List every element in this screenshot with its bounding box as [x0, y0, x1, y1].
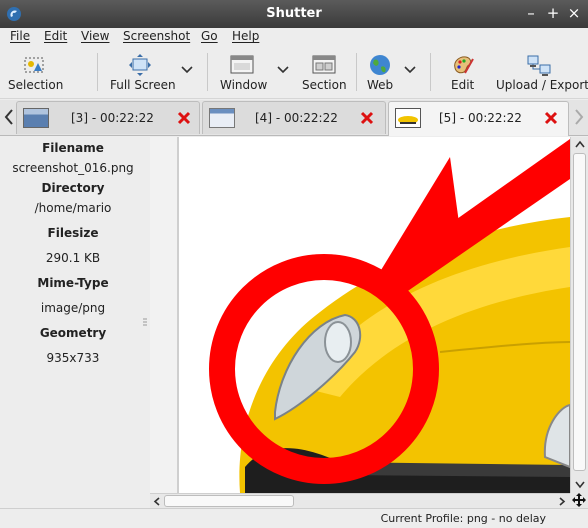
section-label: Section — [302, 78, 347, 92]
tab-3[interactable]: [3] - 00:22:22 — [16, 101, 200, 134]
status-bar: Current Profile: png - no delay — [0, 508, 588, 528]
edit-palette-icon — [454, 56, 474, 74]
tab-close-icon[interactable] — [543, 110, 559, 126]
vertical-scrollbar[interactable] — [570, 137, 588, 493]
menu-screenshot[interactable]: Screenshot — [123, 29, 190, 43]
horizontal-scrollbar[interactable] — [150, 493, 570, 508]
scroll-left-icon[interactable] — [152, 496, 162, 507]
web-label: Web — [367, 78, 394, 92]
toolbar-separator — [207, 53, 208, 91]
tab-label: [3] - 00:22:22 — [71, 111, 154, 125]
window-title: Shutter — [266, 6, 322, 21]
menu-help[interactable]: Help — [232, 29, 259, 43]
geometry-value: 935x733 — [46, 351, 100, 365]
section-button[interactable]: Section — [300, 49, 350, 95]
upload-export-icon — [527, 55, 551, 76]
toolbar-separator — [97, 53, 98, 91]
tab-label: [5] - 00:22:22 — [439, 111, 522, 125]
vertical-scroll-thumb[interactable] — [573, 153, 586, 471]
edit-button[interactable]: Edit — [446, 49, 482, 95]
minimize-icon[interactable]: – — [522, 4, 540, 22]
upload-export-button[interactable]: Upload / Export — [494, 49, 588, 95]
filename-value: screenshot_016.png — [12, 161, 134, 175]
menu-edit[interactable]: Edit — [44, 29, 67, 43]
tab-scroll-right-icon[interactable] — [573, 108, 585, 126]
full-screen-icon — [129, 54, 151, 76]
window-button[interactable]: Window — [216, 49, 270, 95]
window-icon — [230, 55, 254, 74]
tab-5[interactable]: [5] - 00:22:22 — [388, 101, 569, 136]
title-bar: Shutter – + × — [0, 0, 588, 28]
selection-label: Selection — [8, 78, 64, 92]
filesize-heading: Filesize — [47, 226, 99, 240]
web-dropdown-icon[interactable] — [404, 65, 416, 75]
selection-icon — [24, 57, 44, 73]
directory-value: /home/mario — [34, 201, 112, 215]
shutter-window: Shutter – + × File Edit View Screenshot … — [0, 0, 588, 528]
scroll-corner[interactable] — [570, 493, 588, 508]
tab-thumbnail — [209, 108, 235, 128]
upload-export-label: Upload / Export — [496, 78, 588, 92]
tab-row: [3] - 00:22:22 [4] - 00:22:22 [5] - 00:2… — [0, 100, 588, 136]
file-info-sidebar: Filename screenshot_016.png Directory /h… — [0, 137, 150, 508]
toolbar: Selection Full Screen Window Section Web… — [0, 47, 588, 99]
menu-file[interactable]: File — [10, 29, 30, 43]
full-screen-dropdown-icon[interactable] — [181, 65, 193, 75]
full-screen-button[interactable]: Full Screen — [106, 49, 176, 95]
tab-close-icon[interactable] — [176, 110, 192, 126]
screenshot-preview-image — [150, 137, 570, 493]
status-profile-text: Current Profile: png - no delay — [380, 512, 546, 525]
full-screen-label: Full Screen — [110, 78, 176, 92]
screenshot-canvas[interactable] — [150, 137, 570, 493]
toolbar-separator — [356, 53, 357, 91]
tab-close-icon[interactable] — [359, 110, 375, 126]
window-dropdown-icon[interactable] — [277, 65, 289, 75]
tab-thumbnail — [395, 108, 421, 128]
scroll-up-icon[interactable] — [574, 139, 586, 149]
tab-thumbnail — [23, 108, 49, 128]
window-label: Window — [220, 78, 268, 92]
menu-view[interactable]: View — [81, 29, 109, 43]
tab-4[interactable]: [4] - 00:22:22 — [202, 101, 386, 134]
menu-go[interactable]: Go — [201, 29, 218, 43]
web-button[interactable]: Web — [364, 49, 398, 95]
tab-label: [4] - 00:22:22 — [255, 111, 338, 125]
maximize-icon[interactable]: + — [544, 4, 562, 22]
horizontal-scroll-thumb[interactable] — [164, 495, 294, 507]
section-icon — [312, 55, 336, 74]
filesize-value: 290.1 KB — [45, 251, 101, 265]
tab-scroll-left-icon[interactable] — [3, 108, 15, 126]
move-cursor-icon — [572, 493, 586, 507]
pane-resize-grip-icon[interactable] — [143, 317, 147, 327]
selection-button[interactable]: Selection — [6, 49, 64, 95]
globe-icon — [370, 55, 390, 75]
scroll-down-icon[interactable] — [574, 480, 586, 490]
geometry-heading: Geometry — [39, 326, 107, 340]
toolbar-separator — [430, 53, 431, 91]
filename-heading: Filename — [42, 141, 104, 155]
directory-heading: Directory — [41, 181, 105, 195]
mime-type-heading: Mime-Type — [37, 276, 109, 290]
scroll-right-icon[interactable] — [557, 496, 567, 507]
edit-label: Edit — [451, 78, 475, 92]
menu-bar: File Edit View Screenshot Go Help — [0, 28, 588, 46]
close-window-icon[interactable]: × — [565, 4, 583, 22]
mime-type-value: image/png — [40, 301, 106, 315]
